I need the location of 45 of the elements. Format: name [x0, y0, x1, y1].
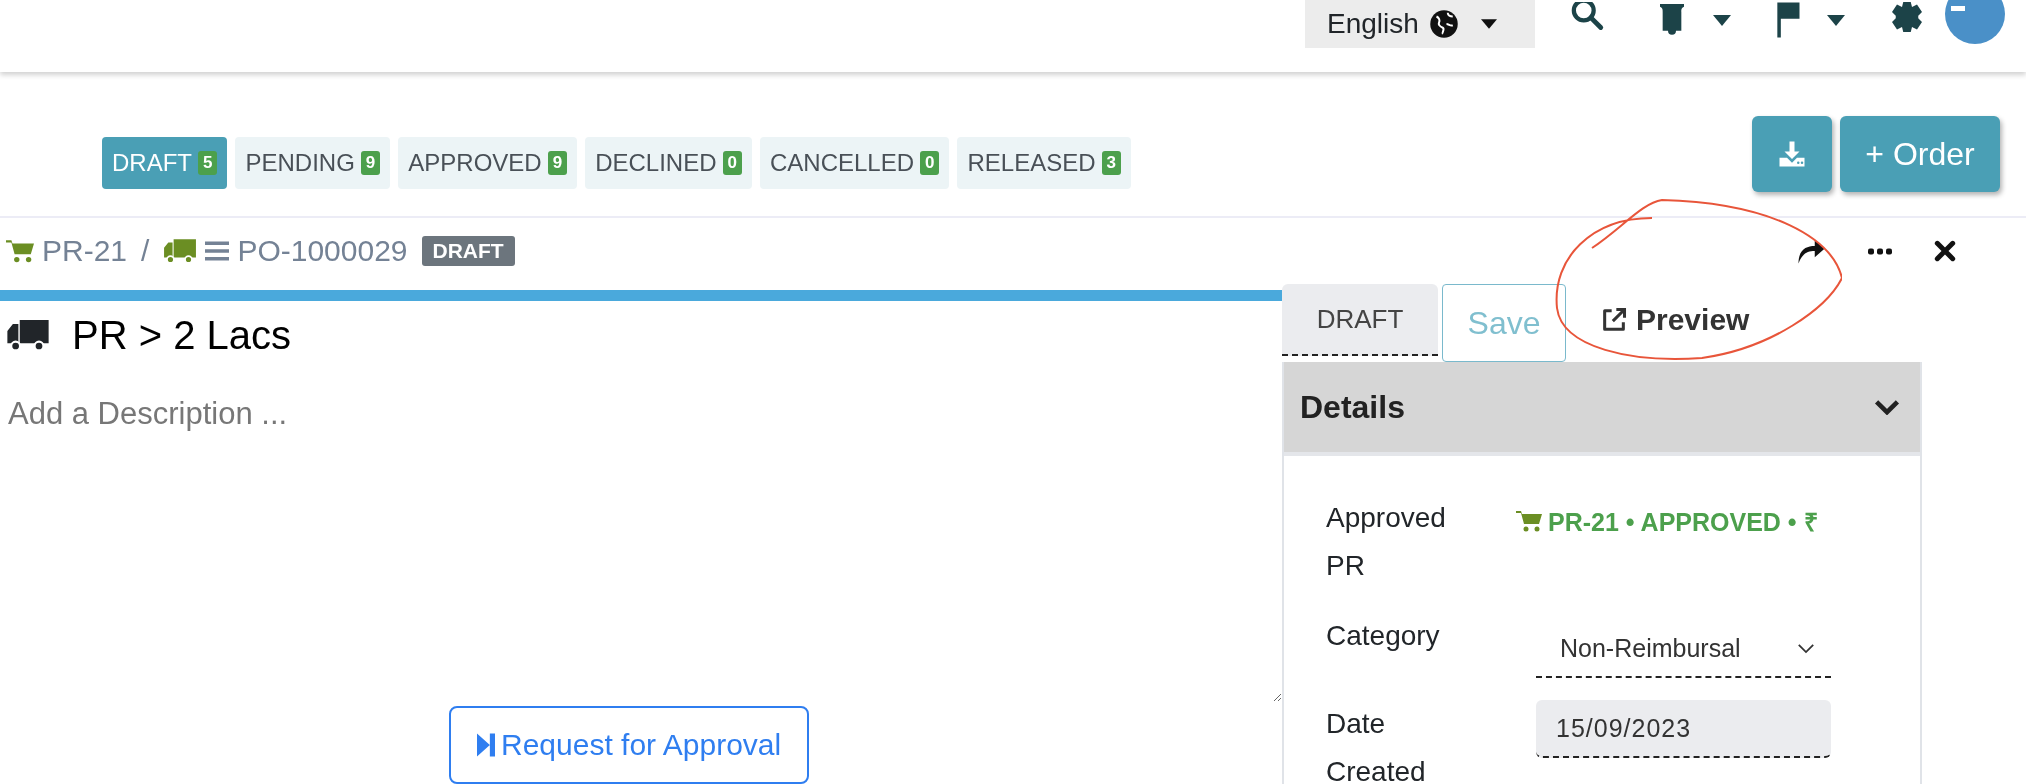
settings-icon[interactable] [1889, 2, 1925, 32]
field-label: Approved PR [1326, 501, 1447, 583]
more-icon[interactable] [1868, 247, 1892, 255]
count-badge: 9 [547, 151, 568, 175]
flag-icon[interactable] [1775, 2, 1803, 38]
chevron-down-icon [1797, 642, 1815, 654]
cart-icon [6, 239, 34, 263]
status-tab[interactable]: CANCELLED 0 [759, 137, 950, 189]
cart-icon [1516, 510, 1542, 532]
close-icon[interactable] [1934, 240, 1956, 262]
request-approval-button[interactable]: Request for Approval [449, 706, 810, 784]
po-number: PO-1000029 [237, 234, 408, 268]
caret-icon[interactable] [1713, 14, 1731, 26]
count-badge: 3 [1101, 151, 1121, 175]
download-button[interactable] [1752, 116, 1832, 192]
step-forward-icon [477, 733, 495, 757]
category-select[interactable]: Non-Reimbursal [1536, 620, 1831, 678]
truck-icon [163, 238, 198, 264]
count-badge: 9 [360, 151, 381, 175]
details-header[interactable]: Details [1284, 362, 1920, 456]
list-icon [205, 240, 230, 262]
count-badge: 0 [722, 151, 742, 175]
caret-icon[interactable] [1827, 14, 1845, 26]
globe-icon [1428, 9, 1459, 39]
count-badge: 0 [920, 151, 940, 175]
status-tab[interactable]: PENDING 9 [235, 137, 391, 189]
date-field[interactable]: 15/09/2023 [1536, 700, 1831, 758]
field-label: Date Created [1326, 707, 1427, 784]
pr-link[interactable]: PR-21 [42, 234, 128, 268]
download-icon [1777, 139, 1807, 169]
external-link-icon [1600, 306, 1628, 334]
status-tab[interactable]: APPROVED 9 [398, 137, 578, 189]
status-tab[interactable]: DECLINED 0 [585, 137, 752, 189]
truck-icon [6, 318, 50, 353]
chevron-down-icon [1874, 399, 1900, 415]
count-badge: 5 [198, 151, 218, 175]
breadcrumb-separator: / [141, 234, 150, 268]
caret-icon [1480, 19, 1497, 29]
avatar[interactable] [1945, 0, 2005, 44]
order-title[interactable]: PR > 2 Lacs [72, 312, 291, 358]
language-selector[interactable]: English [1305, 0, 1535, 48]
status-tab[interactable]: RELEASED 3 [957, 137, 1131, 189]
status-tab[interactable]: DRAFT [1282, 284, 1438, 356]
status-badge: DRAFT [421, 236, 515, 266]
field-label: Category [1326, 619, 1441, 653]
